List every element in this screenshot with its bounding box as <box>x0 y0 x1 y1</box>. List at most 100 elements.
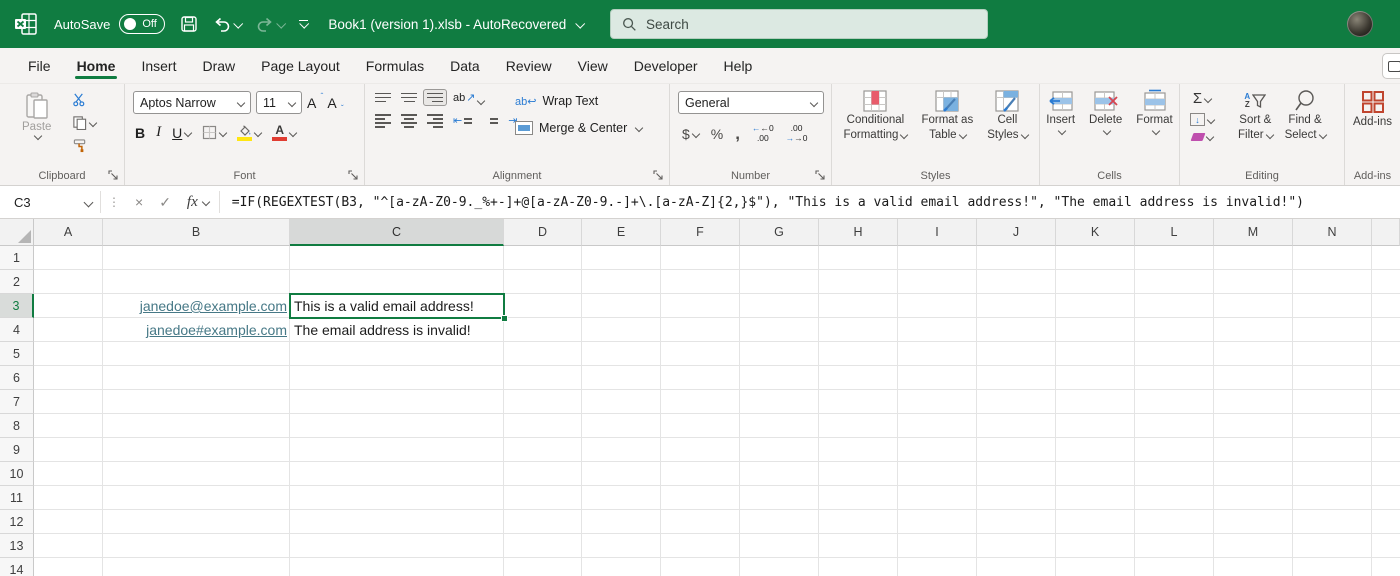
column-header-a[interactable]: A <box>34 219 103 246</box>
column-header-n[interactable]: N <box>1293 219 1372 246</box>
italic-button[interactable]: I <box>156 124 161 141</box>
excel-app-icon[interactable] <box>13 11 39 37</box>
insert-function-button[interactable]: fx <box>179 194 200 211</box>
autosave-toggle[interactable]: Off <box>119 14 166 34</box>
chevron-down-icon[interactable] <box>233 18 244 29</box>
top-align-button[interactable] <box>375 92 391 103</box>
increase-decimal-button[interactable]: ←←0 .00 <box>752 123 774 144</box>
row-header-13[interactable]: 13 <box>0 534 34 558</box>
grid-body[interactable]: janedoe@example.com janedoe#example.com Th… <box>34 246 1400 576</box>
row-header-9[interactable]: 9 <box>0 438 34 462</box>
column-header-h[interactable]: H <box>819 219 898 246</box>
document-title[interactable]: Book1 (version 1).xlsb - AutoRecovered <box>328 17 586 32</box>
font-color-button[interactable]: A <box>272 124 298 141</box>
format-as-table-button[interactable]: Format as Table <box>921 89 973 143</box>
row-header-7[interactable]: 7 <box>0 390 34 414</box>
row-header-6[interactable]: 6 <box>0 366 34 390</box>
chevron-down-icon[interactable] <box>201 197 210 207</box>
column-header-c[interactable]: C <box>290 219 504 246</box>
undo-button[interactable] <box>213 15 244 33</box>
addins-button[interactable]: Add-ins <box>1353 89 1392 130</box>
currency-format-button[interactable]: $ <box>682 126 701 142</box>
find-select-button[interactable]: Find & Select <box>1285 89 1327 143</box>
column-header-g[interactable]: G <box>740 219 819 246</box>
align-right-button[interactable] <box>427 114 443 128</box>
increase-font-size-button[interactable]: Aˆ <box>307 92 323 111</box>
row-header-12[interactable]: 12 <box>0 510 34 534</box>
tab-page-layout[interactable]: Page Layout <box>248 48 353 83</box>
column-header-b[interactable]: B <box>103 219 290 246</box>
number-dialog-launcher-icon[interactable] <box>814 169 826 181</box>
row-header-11[interactable]: 11 <box>0 486 34 510</box>
row-header-4[interactable]: 4 <box>0 318 34 342</box>
orientation-button[interactable]: ab ↗ <box>453 91 486 106</box>
column-header-k[interactable]: K <box>1056 219 1135 246</box>
tab-formulas[interactable]: Formulas <box>353 48 437 83</box>
underline-button[interactable]: U <box>172 125 193 141</box>
copy-button[interactable] <box>72 115 98 130</box>
align-left-button[interactable] <box>375 114 391 128</box>
name-box[interactable]: C3 <box>0 195 100 210</box>
middle-align-button[interactable] <box>401 92 417 103</box>
comma-format-button[interactable]: , <box>735 124 740 144</box>
bold-button[interactable]: B <box>135 125 145 141</box>
column-header-i[interactable]: I <box>898 219 977 246</box>
cell-b3[interactable]: janedoe@example.com <box>103 294 290 318</box>
increase-indent-button[interactable]: ⇥ <box>490 114 517 127</box>
save-icon[interactable] <box>180 15 198 33</box>
user-avatar[interactable] <box>1347 11 1373 37</box>
customize-quick-access-icon[interactable] <box>299 19 310 29</box>
cell-styles-button[interactable]: Cell Styles <box>987 89 1029 143</box>
row-header-3[interactable]: 3 <box>0 294 34 318</box>
cancel-button[interactable]: × <box>127 194 151 210</box>
format-painter-button[interactable] <box>72 138 96 153</box>
conditional-formatting-button[interactable]: Conditional Formatting <box>843 89 909 143</box>
select-all-button[interactable] <box>0 219 34 246</box>
column-header-e[interactable]: E <box>582 219 661 246</box>
comments-button[interactable] <box>1382 53 1400 79</box>
decrease-decimal-button[interactable]: .00 →→0 <box>786 123 808 144</box>
delete-cells-button[interactable]: Delete <box>1089 89 1122 136</box>
wrap-text-button[interactable]: ab↩ Wrap Text <box>515 94 642 108</box>
font-size-select[interactable]: 11 <box>256 91 302 114</box>
tab-insert[interactable]: Insert <box>128 48 189 83</box>
tab-developer[interactable]: Developer <box>621 48 711 83</box>
paste-button[interactable]: Paste <box>22 91 51 141</box>
row-header-10[interactable]: 10 <box>0 462 34 486</box>
merge-center-button[interactable]: Merge & Center <box>515 121 644 135</box>
font-name-select[interactable]: Aptos Narrow <box>133 91 251 114</box>
column-header-m[interactable]: M <box>1214 219 1293 246</box>
column-header-d[interactable]: D <box>504 219 582 246</box>
row-header-2[interactable]: 2 <box>0 270 34 294</box>
tab-file[interactable]: File <box>15 48 64 83</box>
tab-help[interactable]: Help <box>711 48 766 83</box>
insert-cells-button[interactable]: Insert <box>1046 89 1075 136</box>
bottom-align-button[interactable] <box>423 88 447 107</box>
fill-button[interactable]: ↓ <box>1190 113 1216 126</box>
cell-c3[interactable]: This is a valid email address! <box>290 294 504 318</box>
tab-draw[interactable]: Draw <box>189 48 248 83</box>
cell-c4[interactable]: The email address is invalid! <box>290 318 504 342</box>
cell-b4[interactable]: janedoe#example.com <box>103 318 290 342</box>
search-box[interactable]: Search <box>610 9 988 39</box>
decrease-indent-button[interactable]: ⇤ <box>453 114 480 127</box>
align-center-button[interactable] <box>401 114 417 128</box>
cut-button[interactable] <box>72 92 96 107</box>
clear-button[interactable] <box>1190 132 1214 142</box>
fill-color-button[interactable] <box>237 124 263 141</box>
tab-home[interactable]: Home <box>64 48 129 83</box>
percent-format-button[interactable]: % <box>711 126 723 142</box>
column-header-f[interactable]: F <box>661 219 740 246</box>
sort-filter-button[interactable]: A Z Sort & Filter <box>1238 89 1274 143</box>
tab-review[interactable]: Review <box>493 48 565 83</box>
row-header-14[interactable]: 14 <box>0 558 34 576</box>
font-dialog-launcher-icon[interactable] <box>347 169 359 181</box>
alignment-dialog-launcher-icon[interactable] <box>652 169 664 181</box>
column-header-l[interactable]: L <box>1135 219 1214 246</box>
chevron-down-icon[interactable] <box>276 18 287 29</box>
enter-button[interactable]: ✓ <box>151 194 179 211</box>
more-dots-icon[interactable]: ⋮ <box>101 195 127 209</box>
row-header-1[interactable]: 1 <box>0 246 34 270</box>
row-header-5[interactable]: 5 <box>0 342 34 366</box>
tab-view[interactable]: View <box>565 48 621 83</box>
